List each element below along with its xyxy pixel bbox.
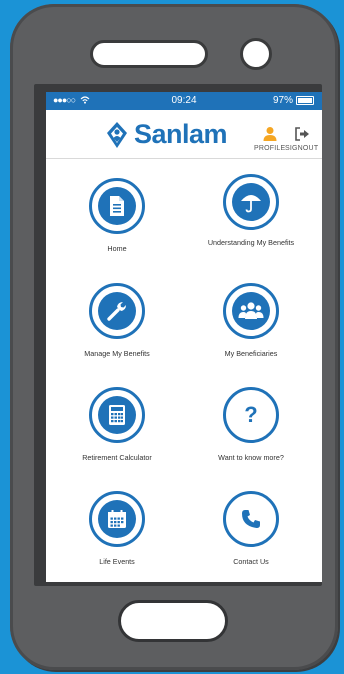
calculator-icon xyxy=(98,396,136,434)
phone-camera xyxy=(240,38,272,70)
profile-label: PROFILE xyxy=(254,145,286,152)
tile-label: Understanding My Benefits xyxy=(207,238,295,247)
question-icon: ? xyxy=(244,402,258,427)
wrench-icon xyxy=(98,292,136,330)
tile-manage-benefits[interactable]: Manage My Benefits xyxy=(52,283,182,358)
tile-label: Contact Us xyxy=(233,557,269,566)
tile-retirement-calculator[interactable]: Retirement Calculator xyxy=(52,387,182,462)
signout-button[interactable]: SIGNOUT xyxy=(285,126,318,152)
battery-icon xyxy=(296,96,314,105)
app-header: Sanlam PROFILE SIGNOUT xyxy=(46,110,322,159)
tile-understanding-benefits[interactable]: Understanding My Benefits xyxy=(186,174,316,247)
brand-logo: Sanlam xyxy=(106,119,228,150)
tile-life-events[interactable]: Life Events xyxy=(52,491,182,566)
tile-label: Retirement Calculator xyxy=(82,453,152,462)
tile-home[interactable]: Home xyxy=(52,178,182,253)
tile-want-to-know-more[interactable]: ? Want to know more? xyxy=(186,387,316,462)
tile-label: My Beneficiaries xyxy=(224,349,278,358)
tile-my-beneficiaries[interactable]: My Beneficiaries xyxy=(186,283,316,358)
phone-icon xyxy=(242,510,260,528)
tile-label: Want to know more? xyxy=(218,453,284,462)
group-icon xyxy=(232,292,270,330)
phone-speaker xyxy=(90,40,208,68)
tile-label: Home xyxy=(107,244,127,253)
phone-home-button[interactable] xyxy=(118,600,228,642)
profile-icon xyxy=(263,127,277,141)
tile-contact-us[interactable]: Contact Us xyxy=(186,491,316,566)
sanlam-shield-icon xyxy=(107,121,127,148)
signout-icon xyxy=(294,127,309,141)
brand-name: Sanlam xyxy=(134,119,228,149)
tile-label: Life Events xyxy=(99,557,135,566)
document-icon xyxy=(98,187,136,225)
battery-indicator: 97% xyxy=(273,95,314,106)
calendar-icon xyxy=(98,500,136,538)
umbrella-icon xyxy=(232,183,270,221)
tile-label: Manage My Benefits xyxy=(84,349,150,358)
profile-button[interactable]: PROFILE xyxy=(254,126,285,152)
status-bar: ●●●○○ 09:24 97% xyxy=(46,92,322,110)
signout-label: SIGNOUT xyxy=(285,145,319,152)
app-display: ●●●○○ 09:24 97% Sanlam PROFILE SIGNOUT H… xyxy=(46,92,322,582)
